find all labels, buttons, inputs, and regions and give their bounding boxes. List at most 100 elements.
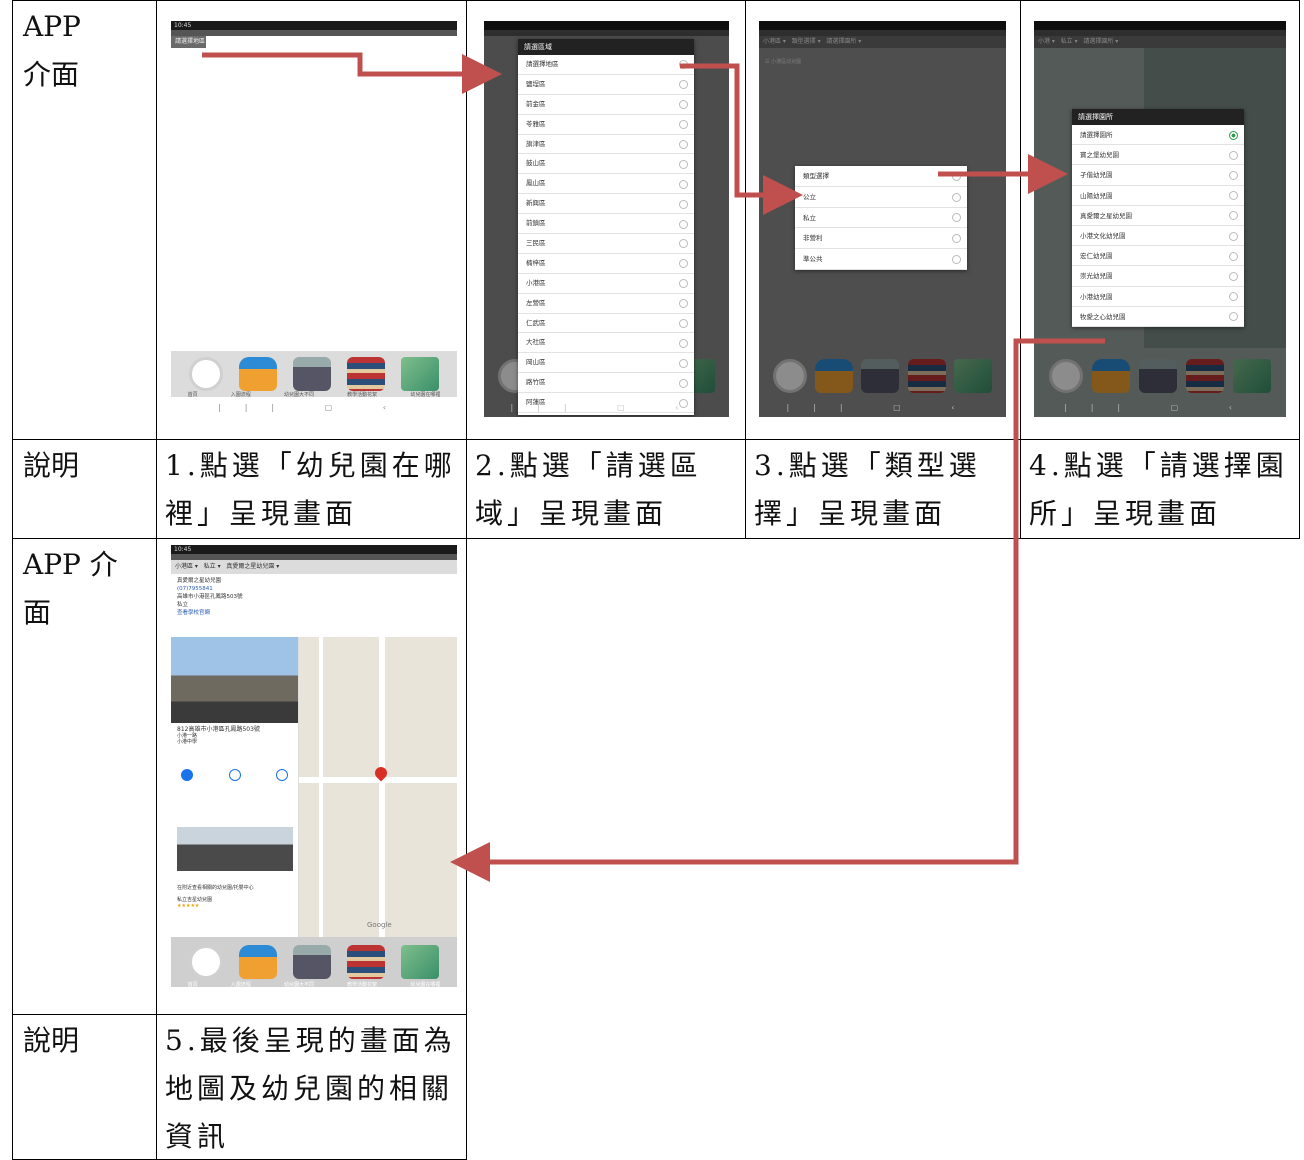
caption-home: 首頁	[187, 392, 198, 398]
bottom-menu	[171, 937, 457, 987]
type-option[interactable]: 私立	[795, 208, 967, 229]
dialog-title: 請選擇園所	[1072, 109, 1244, 125]
panel-details: 812高雄市小港區孔鳳路503號 小港一路 小港中學	[177, 727, 295, 746]
map-view[interactable]: Google	[299, 637, 457, 937]
district-option[interactable]: 岡山區	[518, 353, 694, 374]
school-option[interactable]: 小港文化幼兒園	[1072, 226, 1244, 247]
caption-where: 幼兒園在哪裡	[410, 982, 441, 988]
nearby-label: 在附近查看相關的幼兒園/托嬰中心	[177, 885, 254, 891]
caption-different: 幼兒園大不同	[283, 392, 314, 398]
rating-stars: ★★★★★	[177, 903, 200, 909]
home-icon[interactable]	[189, 357, 223, 391]
filter-school[interactable]: 真愛爾之星幼兒園	[226, 563, 274, 570]
district-option[interactable]: 仁武區	[518, 314, 694, 334]
phone-screen-4: 小港 ▾ 私立 ▾ 請選擇園所 ▾ 請選擇園所 請選擇園所 寶之堡幼兒園 孑偕幼兒園…	[1034, 21, 1286, 417]
filter-bar: 小港區 ▾ 私立 ▾ 真愛爾之星幼兒園 ▾	[171, 560, 457, 574]
district-option[interactable]: 路竹區	[518, 373, 694, 394]
home-icon[interactable]	[189, 945, 223, 979]
type-dialog: 類型選擇 公立 私立 非營利 準公共	[795, 166, 967, 270]
step-3-text: 3.點選「類型選擇」呈現畫面	[754, 449, 981, 530]
district-option[interactable]: 前鎮區	[518, 214, 694, 235]
district-list: 請選擇地區 鹽埕區 前金區 苓雅區 旗津區 鼓山區 鳳山區 新興區 前鎮區 三民區 楠梓區 小港區 左營…	[518, 55, 694, 414]
type-option[interactable]: 準公共	[795, 249, 967, 270]
street-view-photo[interactable]	[171, 637, 298, 723]
district-option[interactable]: 前金區	[518, 95, 694, 115]
type-option[interactable]: 類型選擇	[795, 166, 967, 187]
school-type: 私立	[177, 602, 189, 608]
step-2-cell: 2.點選「請選區域」呈現畫面	[466, 439, 746, 539]
step-2-text: 2.點選「請選區域」呈現畫面	[475, 449, 702, 530]
district-option[interactable]: 鹽埕區	[518, 75, 694, 95]
panel-sub2: 小港中學	[177, 739, 198, 745]
district-option[interactable]: 大社區	[518, 333, 694, 354]
directions-icon[interactable]	[181, 769, 193, 781]
status-bar: 10:45	[171, 545, 457, 554]
backpack-icon[interactable]	[239, 357, 277, 391]
share-icon[interactable]	[276, 769, 288, 781]
caption-home: 首頁	[187, 982, 198, 988]
school-option[interactable]: 小港幼兒園	[1072, 287, 1244, 307]
step-5-text: 5.最後呈現的畫面為地圖及幼兒園的相關資訊	[165, 1024, 456, 1153]
district-option[interactable]: 苓雅區	[518, 115, 694, 135]
map-road	[319, 637, 323, 937]
row4-label-cell: 說明	[12, 1014, 157, 1160]
filter-district[interactable]: 小港區	[175, 563, 193, 570]
backpack-icon[interactable]	[239, 945, 277, 979]
district-option[interactable]: 新興區	[518, 194, 694, 215]
district-field[interactable]: 請選擇地區	[171, 36, 206, 48]
row3-label: APP 介 面	[23, 548, 118, 629]
books-icon[interactable]	[347, 945, 385, 979]
row2-label: 說明	[23, 449, 80, 482]
phone-screen-3: 小港區 ▾ 類型選擇 ▾ 請選擇園所 ▾ ☰ 小港區幼兒園 類型選擇 公立 私立 非營…	[759, 21, 1006, 417]
school-website-link[interactable]: 查看學校官網	[177, 609, 377, 617]
type-option[interactable]: 公立	[795, 187, 967, 208]
school-option[interactable]: 真愛爾之星幼兒園	[1072, 206, 1244, 226]
school-icon[interactable]	[293, 945, 331, 979]
phone-screen-2: 請選區域 請選擇地區 鹽埕區 前金區 苓雅區 旗津區 鼓山區 鳳山區 新興區 前鎮區 三民區 楠梓區…	[484, 21, 729, 417]
school-info: 真愛爾之星幼兒園 (07)7955841 高雄市小港區孔鳳路503號 私立 查看…	[177, 577, 377, 617]
school-option[interactable]: 宏仁幼兒園	[1072, 246, 1244, 267]
phone-screen-1: 10:45 請選擇地區 首頁 入園流程 幼兒園大不同 教學活動花絮 幼兒園在哪裡…	[171, 21, 457, 417]
school-icon[interactable]	[293, 357, 331, 391]
row1-label-cell: APP 介面	[12, 0, 157, 440]
school-option[interactable]: 孑偕幼兒園	[1072, 165, 1244, 186]
map-road	[379, 637, 385, 937]
step-5-cell: 5.最後呈現的畫面為地圖及幼兒園的相關資訊	[156, 1014, 467, 1160]
dialog-title: 請選區域	[518, 39, 694, 55]
school-option[interactable]: 請選擇園所	[1072, 125, 1244, 146]
save-icon[interactable]	[228, 769, 241, 781]
district-option[interactable]: 旗津區	[518, 135, 694, 155]
caption-process: 入園流程	[230, 392, 251, 398]
school-option[interactable]: 牧愛之心幼兒園	[1072, 307, 1244, 327]
school-option[interactable]: 山陽幼兒園	[1072, 186, 1244, 206]
caption-process: 入園流程	[230, 982, 251, 988]
school-option[interactable]: 寶之堡幼兒園	[1072, 145, 1244, 166]
nearby-section: 在附近查看相關的幼兒園/托嬰中心 私立吉星幼兒園 ★★★★★	[177, 885, 295, 909]
map-search-icon[interactable]	[401, 357, 439, 391]
phone-screen-5: 10:45 小港區 ▾ 私立 ▾ 真愛爾之星幼兒園 ▾ 真愛爾之星幼兒園 (07…	[171, 545, 457, 1005]
map-search-icon[interactable]	[401, 945, 439, 979]
school-dialog: 請選擇園所 請選擇園所 寶之堡幼兒園 孑偕幼兒園 山陽幼兒園 真愛爾之星幼兒園 小港文化幼…	[1072, 109, 1244, 327]
step-4-text: 4.點選「請選擇園所」呈現畫面	[1029, 449, 1288, 530]
district-option[interactable]: 請選擇地區	[518, 55, 694, 75]
row2-label-cell: 說明	[12, 439, 157, 539]
school-phone[interactable]: (07)7955841	[177, 585, 377, 593]
nearby-photo[interactable]	[177, 827, 293, 871]
district-option[interactable]: 左營區	[518, 294, 694, 314]
filter-type[interactable]: 私立	[204, 563, 216, 570]
district-option[interactable]: 鼓山區	[518, 154, 694, 175]
books-icon[interactable]	[347, 357, 385, 391]
school-option[interactable]: 崇光幼兒園	[1072, 266, 1244, 287]
district-option[interactable]: 三民區	[518, 234, 694, 254]
android-nav: ||| ▢ ‹	[786, 403, 979, 412]
step-4-cell: 4.點選「請選擇園所」呈現畫面	[1020, 439, 1300, 539]
row1-label: APP 介面	[23, 10, 81, 91]
step-1-text: 1.點選「幼兒園在哪裡」呈現畫面	[165, 449, 456, 530]
google-logo: Google	[367, 921, 392, 929]
type-option[interactable]: 非營利	[795, 228, 967, 250]
district-option[interactable]: 小港區	[518, 274, 694, 294]
place-panel: 812高雄市小港區孔鳳路503號 小港一路 小港中學 在附近查看相關的幼兒園/托…	[171, 637, 299, 937]
district-option[interactable]: 楠梓區	[518, 254, 694, 274]
district-option[interactable]: 鳳山區	[518, 174, 694, 195]
row4-label: 說明	[23, 1024, 80, 1057]
